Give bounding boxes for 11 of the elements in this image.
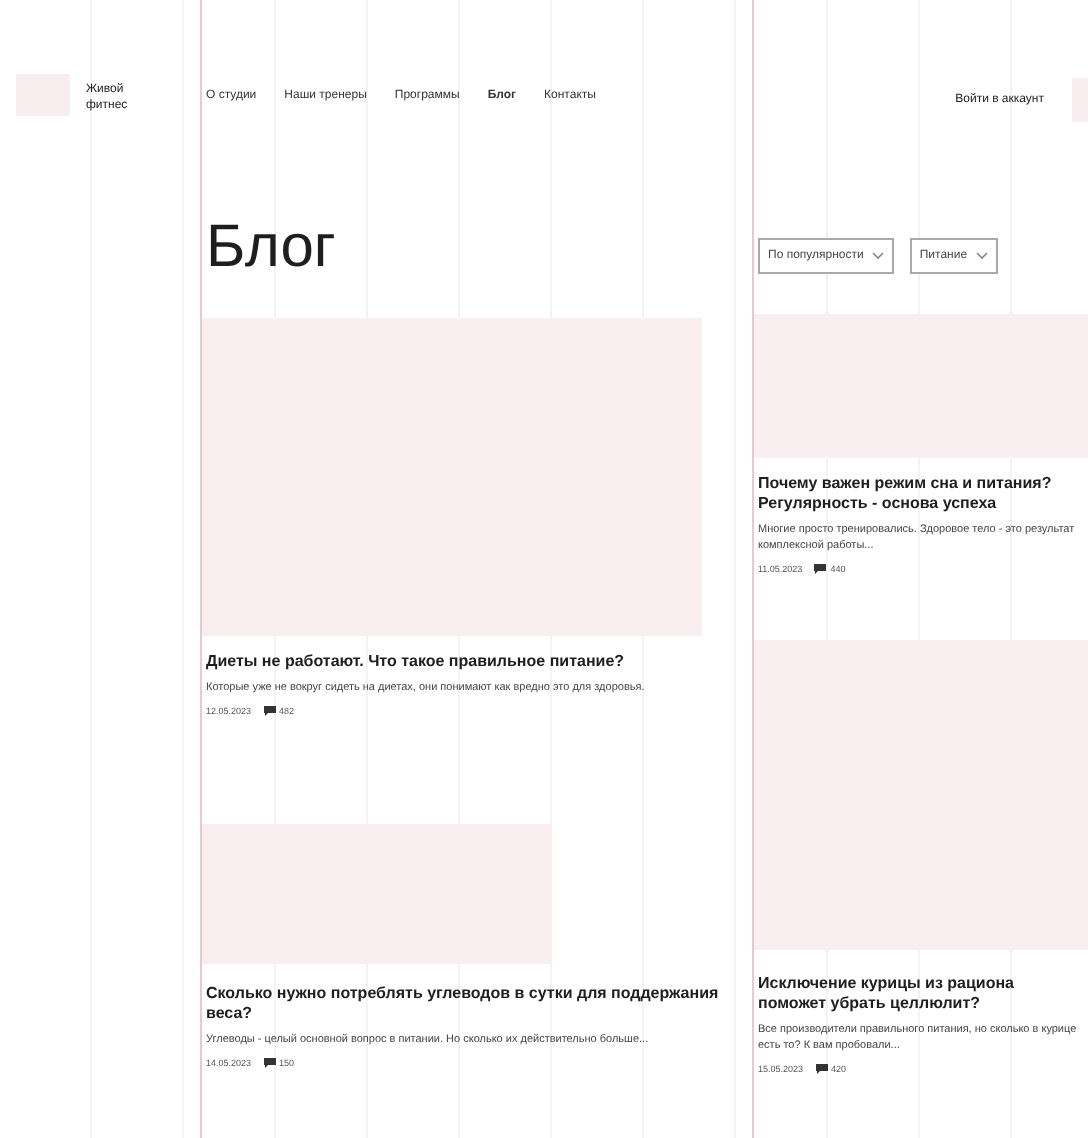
chevron-down-icon: [975, 252, 988, 260]
comment-icon: [815, 1064, 828, 1074]
comment-icon: [814, 564, 827, 574]
comment-icon: [263, 706, 276, 716]
chevron-down-icon: [871, 252, 884, 260]
page-title: Блог: [206, 214, 338, 284]
post-title[interactable]: Почему важен режим сна и питания? Регулярность - основа успеха: [758, 474, 1080, 514]
post-title[interactable]: Диеты не работают. Что такое правильное питание?: [206, 652, 744, 672]
post-title[interactable]: Сколько нужно потреблять углеводов в сутки для поддержания веса?: [206, 984, 744, 1024]
post-title[interactable]: Исключение курицы из рациона поможет убрать целлюлит?: [758, 974, 1080, 1014]
comment-icon: [263, 1058, 276, 1068]
